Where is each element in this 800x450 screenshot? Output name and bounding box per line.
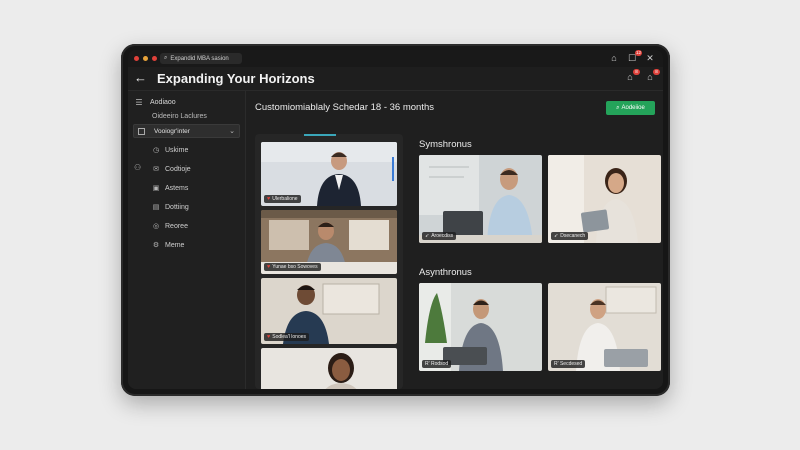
lecturer-tile-label: ♥ Yunae bso Sowoves — [264, 263, 321, 271]
session-video — [548, 155, 661, 243]
notification-icon[interactable]: ☐ 12 — [627, 50, 642, 63]
sidebar-item-label: Codtioje — [165, 165, 191, 173]
session-tile-label: ➶ Dsecanech — [551, 232, 589, 240]
chevron-down-icon: ⌄ — [229, 128, 235, 135]
session-video — [419, 155, 542, 243]
lecturer-name: Ulerbalione — [272, 196, 298, 202]
session-tile-label: R' Rodsod — [422, 360, 452, 368]
program-select[interactable]: Vooiogr'inter ⌄ — [133, 124, 240, 138]
inbox-badge: 8 — [653, 69, 660, 75]
lecturer-name: Sodlea'l lonoes — [272, 334, 307, 340]
window-controls — [134, 56, 157, 61]
async-session-tile[interactable]: R' Rodsod — [419, 283, 542, 371]
session-name: R' Rodsod — [425, 361, 449, 367]
gear-icon: ⚙ — [152, 242, 160, 249]
play-icon: ➶ — [554, 233, 559, 239]
address-bar-text: Expandid MBA sasion — [170, 55, 229, 62]
sidebar-item-label: Dottiing — [165, 203, 189, 211]
lecturer-tile-label: ♥ Ulerbalione — [264, 195, 301, 203]
program-select-value: Vooiogr'inter — [154, 127, 190, 135]
clock-icon: ◷ — [152, 147, 160, 154]
sidebar-item-dottiing[interactable]: ▤ Dottiing — [128, 200, 246, 214]
search-icon: ⌕ — [164, 55, 168, 61]
maximize-window-dot[interactable] — [152, 56, 157, 61]
session-tile-label: R' Secdesed — [551, 360, 586, 368]
mail-icon: ✉ — [153, 166, 159, 173]
list-scrollbar[interactable] — [392, 157, 394, 181]
play-icon: ➶ — [425, 233, 430, 239]
sidebar: ☰ Aodiaoo Oideeiro Laclures Vooiogr'inte… — [128, 91, 246, 389]
search-icon: ⌕ — [616, 104, 620, 111]
address-bar[interactable]: ⌕ Expandid MBA sasion — [160, 53, 242, 64]
heart-icon: ♥ — [267, 264, 271, 270]
sidebar-item-meme[interactable]: ⚙ Meme — [128, 238, 246, 252]
page-header: ← Expanding Your Horizons ⌂ 8 ⌂ 8 — [128, 67, 663, 91]
bell-badge: 8 — [633, 69, 640, 75]
sync-session-tile[interactable]: ➶ Dsecanech — [548, 155, 661, 243]
synchronous-heading: Symshronus — [419, 139, 472, 150]
sidebar-heading-row[interactable]: ☰ Aodiaoo — [128, 95, 246, 110]
home-icon[interactable]: ⌂ — [609, 53, 619, 63]
async-session-tile[interactable]: R' Secdesed — [548, 283, 661, 371]
close-window-dot[interactable] — [134, 56, 139, 61]
heart-icon: ♥ — [267, 334, 271, 340]
lecturer-tile[interactable] — [261, 348, 397, 389]
schedule-title: Customiomiablaly Schedar 18 - 36 months — [255, 102, 435, 113]
window-topbar: ⌕ Expandid MBA sasion ⌂ ☐ 12 ✕ — [128, 50, 663, 67]
globe-icon: ◎ — [152, 223, 160, 230]
sidebar-item-uskime[interactable]: ◷ Uskime — [128, 143, 246, 157]
lecturer-name: Yunae bso Sowoves — [272, 264, 318, 270]
asynchronous-heading: Asynthronus — [419, 267, 472, 278]
sidebar-item-label: Astems — [165, 184, 189, 192]
minimize-window-dot[interactable] — [143, 56, 148, 61]
page-title: Expanding Your Horizons — [157, 71, 315, 86]
sync-session-tile[interactable]: ➶ Aroecdiss — [419, 155, 542, 243]
session-name: R' Secdesed — [554, 361, 583, 367]
inbox-icon[interactable]: ⌂ 8 — [645, 69, 660, 82]
window-toolbar-icons: ⌂ ☐ 12 ✕ — [609, 50, 655, 63]
document-icon: ▤ — [152, 204, 160, 211]
back-arrow-icon[interactable]: ← — [134, 70, 147, 85]
session-tile-label: ➶ Aroecdiss — [422, 232, 457, 240]
lecturer-tile[interactable]: ♥ Sodlea'l lonoes — [261, 278, 397, 344]
lecturer-video — [261, 348, 397, 389]
sidebar-subheading[interactable]: Oideeiro Laclures — [152, 113, 207, 120]
sidebar-item-label: Reoree — [165, 222, 188, 230]
sidebar-item-reoree[interactable]: ◎ Reoree — [128, 219, 246, 233]
lecturer-tile[interactable]: ♥ Yunae bso Sowoves — [261, 210, 397, 274]
sidebar-item-astems[interactable]: ▣ Astems — [128, 181, 246, 195]
add-session-button-label: Aodeiioe — [621, 105, 645, 111]
heart-icon: ♥ — [267, 196, 271, 202]
session-video — [419, 283, 542, 371]
menu-icon[interactable]: ☰ — [134, 98, 144, 107]
main-content: Customiomiablaly Schedar 18 - 36 months … — [246, 91, 663, 389]
tablet-frame: ⌕ Expandid MBA sasion ⌂ ☐ 12 ✕ ← Expandin… — [121, 44, 670, 396]
sidebar-item-label: Uskime — [165, 146, 189, 154]
lecturer-list[interactable]: ♥ Ulerbalione ♥ Yunae bso Sowoves ♥ Sodl… — [255, 134, 403, 389]
session-video — [548, 283, 661, 371]
lecturer-tile[interactable]: ♥ Ulerbalione — [261, 142, 397, 206]
lecturer-tile-label: ♥ Sodlea'l lonoes — [264, 333, 310, 341]
sidebar-heading: Aodiaoo — [150, 99, 176, 106]
session-name: Aroecdiss — [431, 233, 454, 239]
checkbox-icon[interactable] — [138, 127, 145, 135]
notification-badge: 12 — [635, 50, 642, 56]
list-accent-bar — [304, 134, 336, 136]
header-icons: ⌂ 8 ⌂ 8 — [625, 69, 660, 82]
close-icon[interactable]: ✕ — [645, 53, 655, 63]
sidebar-item-codtioje[interactable]: ✉ Codtioje — [128, 162, 246, 176]
add-session-button[interactable]: ⌕ Aodeiioe — [606, 101, 655, 115]
sidebar-item-label: Meme — [165, 241, 185, 249]
chart-icon: ▣ — [152, 185, 160, 192]
app-screen: ⌕ Expandid MBA sasion ⌂ ☐ 12 ✕ ← Expandin… — [128, 50, 663, 389]
bell-icon[interactable]: ⌂ 8 — [625, 69, 640, 82]
session-name: Dsecanech — [560, 233, 586, 239]
